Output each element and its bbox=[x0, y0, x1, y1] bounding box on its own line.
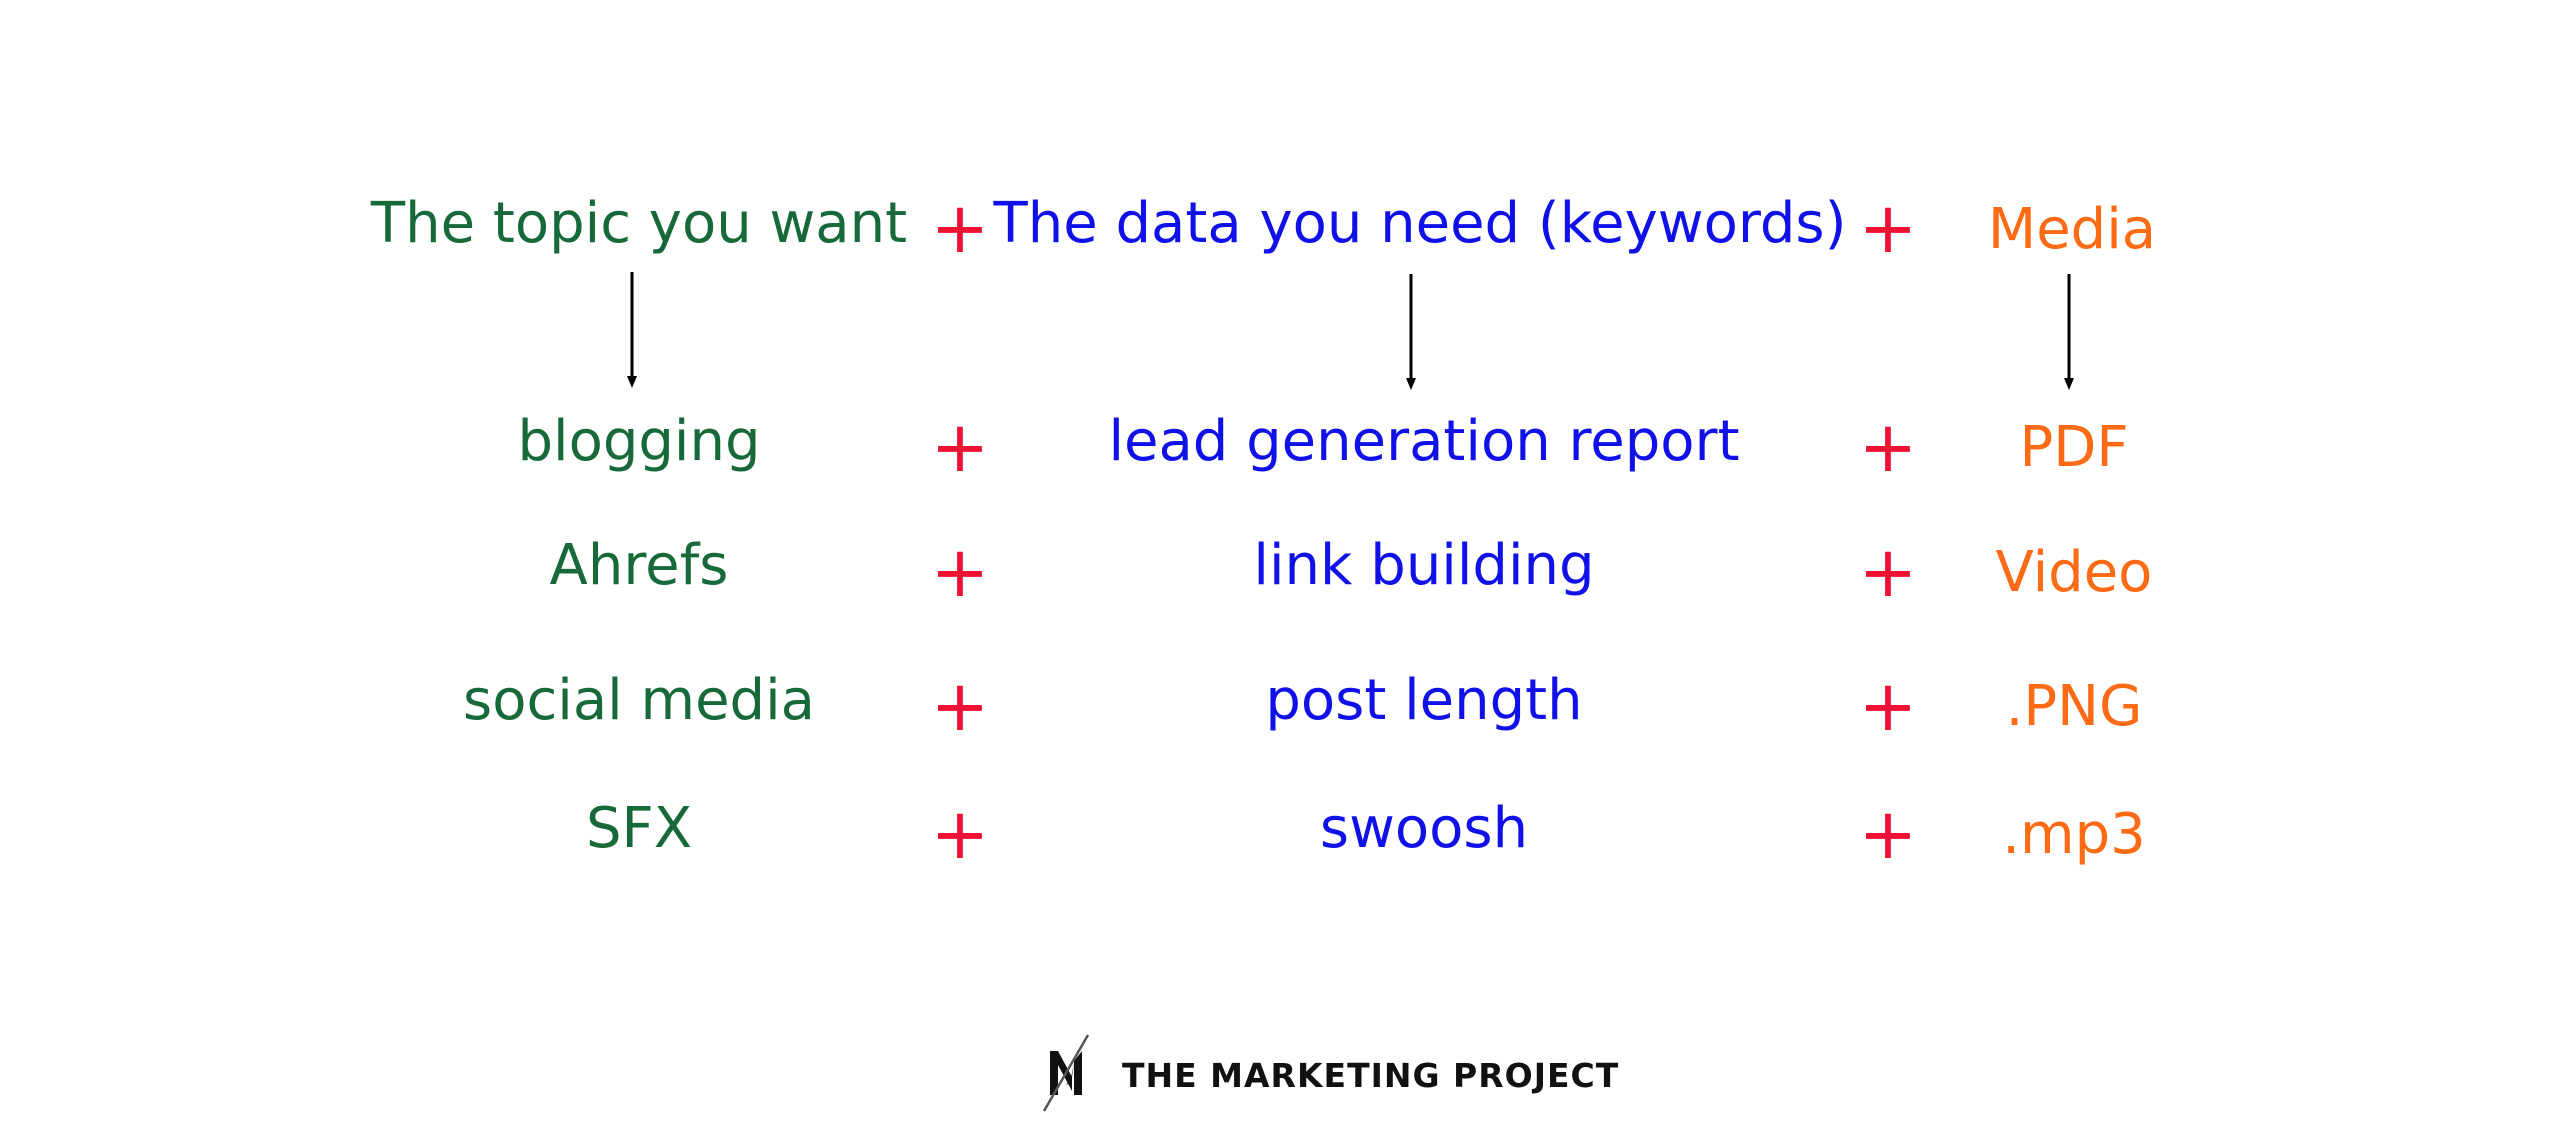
header-topic: The topic you want bbox=[370, 191, 908, 256]
data-item: link building bbox=[1253, 533, 1595, 598]
plus-operator: + bbox=[930, 665, 990, 747]
brand-name: THE MARKETING PROJECT bbox=[1122, 1055, 1620, 1095]
topic-item: SFX bbox=[585, 796, 693, 861]
topic-item: Ahrefs bbox=[549, 533, 729, 598]
plus-operator: + bbox=[1858, 187, 1918, 269]
plus-operator: + bbox=[930, 531, 990, 613]
plus-operator: + bbox=[1858, 406, 1918, 488]
media-item: .mp3 bbox=[2002, 802, 2146, 867]
plus-operator: + bbox=[930, 793, 990, 875]
down-arrow-icon bbox=[2059, 274, 2079, 390]
plus-operator: + bbox=[1858, 531, 1918, 613]
topic-item: social media bbox=[463, 668, 815, 733]
m-slash-logo-icon bbox=[1040, 1033, 1100, 1117]
media-item: Video bbox=[1995, 540, 2153, 605]
down-arrow-icon bbox=[1401, 274, 1421, 390]
data-item: swoosh bbox=[1319, 796, 1529, 861]
brand-logo: THE MARKETING PROJECT bbox=[1040, 1030, 1619, 1120]
media-item: PDF bbox=[2019, 415, 2129, 480]
data-item: post length bbox=[1265, 668, 1583, 733]
plus-operator: + bbox=[930, 187, 990, 269]
media-item: .PNG bbox=[2005, 674, 2143, 739]
header-media: Media bbox=[1987, 197, 2157, 262]
plus-operator: + bbox=[930, 406, 990, 488]
plus-operator: + bbox=[1858, 793, 1918, 875]
data-item: lead generation report bbox=[1108, 409, 1740, 474]
header-data: The data you need (keywords) bbox=[993, 191, 1847, 256]
topic-item: blogging bbox=[517, 409, 761, 474]
down-arrow-icon bbox=[622, 272, 642, 388]
plus-operator: + bbox=[1858, 665, 1918, 747]
